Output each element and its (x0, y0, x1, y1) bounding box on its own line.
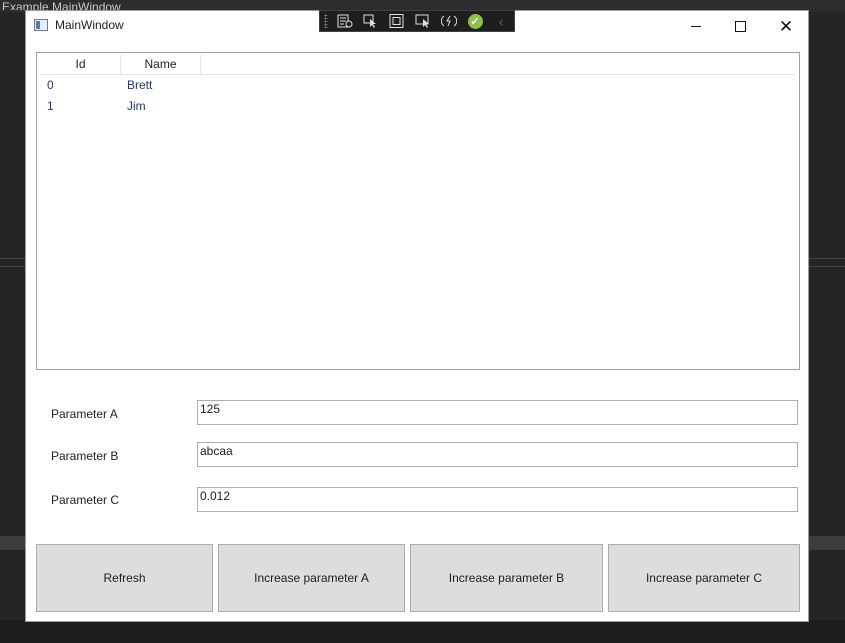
list-header: Id Name (41, 55, 795, 75)
live-visual-tree-icon[interactable] (336, 13, 354, 29)
track-focused-element-icon[interactable] (414, 13, 432, 29)
cell-name: Jim (127, 99, 146, 113)
status-ok-icon[interactable]: ✓ (466, 13, 484, 29)
increase-parameter-a-button[interactable]: Increase parameter A (218, 544, 405, 612)
parameter-c-label: Parameter C (51, 493, 120, 507)
close-icon: ✕ (778, 16, 794, 36)
maximize-icon (734, 20, 746, 32)
ide-window-title: Example MainWindow (2, 0, 121, 10)
hot-reload-icon[interactable] (440, 13, 458, 29)
collapse-toolbar-icon[interactable]: ‹ (492, 13, 510, 29)
toolbar-grip-icon[interactable] (324, 14, 328, 28)
parameter-b-input[interactable] (197, 442, 798, 467)
column-header-name[interactable]: Name (121, 55, 201, 74)
maximize-button[interactable] (718, 11, 762, 41)
main-window: MainWindow ✕ Id Name 0 Brett 1 Jim Param… (25, 10, 809, 622)
parameter-a-label: Parameter A (51, 407, 118, 421)
close-button[interactable]: ✕ (764, 11, 808, 41)
parameter-c-input[interactable] (197, 487, 798, 512)
refresh-button[interactable]: Refresh (36, 544, 213, 612)
minimize-icon (691, 25, 701, 27)
cell-id: 1 (47, 99, 54, 113)
increase-parameter-b-button[interactable]: Increase parameter B (410, 544, 603, 612)
ide-panel-strip (809, 536, 845, 550)
ide-panel-strip (0, 536, 25, 550)
increase-parameter-c-button[interactable]: Increase parameter C (608, 544, 800, 612)
data-list-view[interactable]: Id Name 0 Brett 1 Jim (36, 52, 800, 370)
parameter-b-label: Parameter B (51, 449, 119, 463)
cell-id: 0 (47, 78, 54, 92)
window-title: MainWindow (55, 18, 124, 32)
display-layout-adorners-icon[interactable] (388, 13, 406, 29)
list-item[interactable]: 0 Brett (41, 75, 795, 96)
app-window-icon (34, 19, 48, 31)
column-header-id[interactable]: Id (41, 55, 121, 74)
select-element-icon[interactable] (362, 13, 380, 29)
parameter-a-input[interactable] (197, 400, 798, 425)
cell-name: Brett (127, 78, 153, 92)
ide-bottom-pane (0, 620, 845, 643)
list-item[interactable]: 1 Jim (41, 96, 795, 117)
minimize-button[interactable] (674, 11, 718, 41)
designer-toolbar: ✓ ‹ (319, 10, 515, 32)
